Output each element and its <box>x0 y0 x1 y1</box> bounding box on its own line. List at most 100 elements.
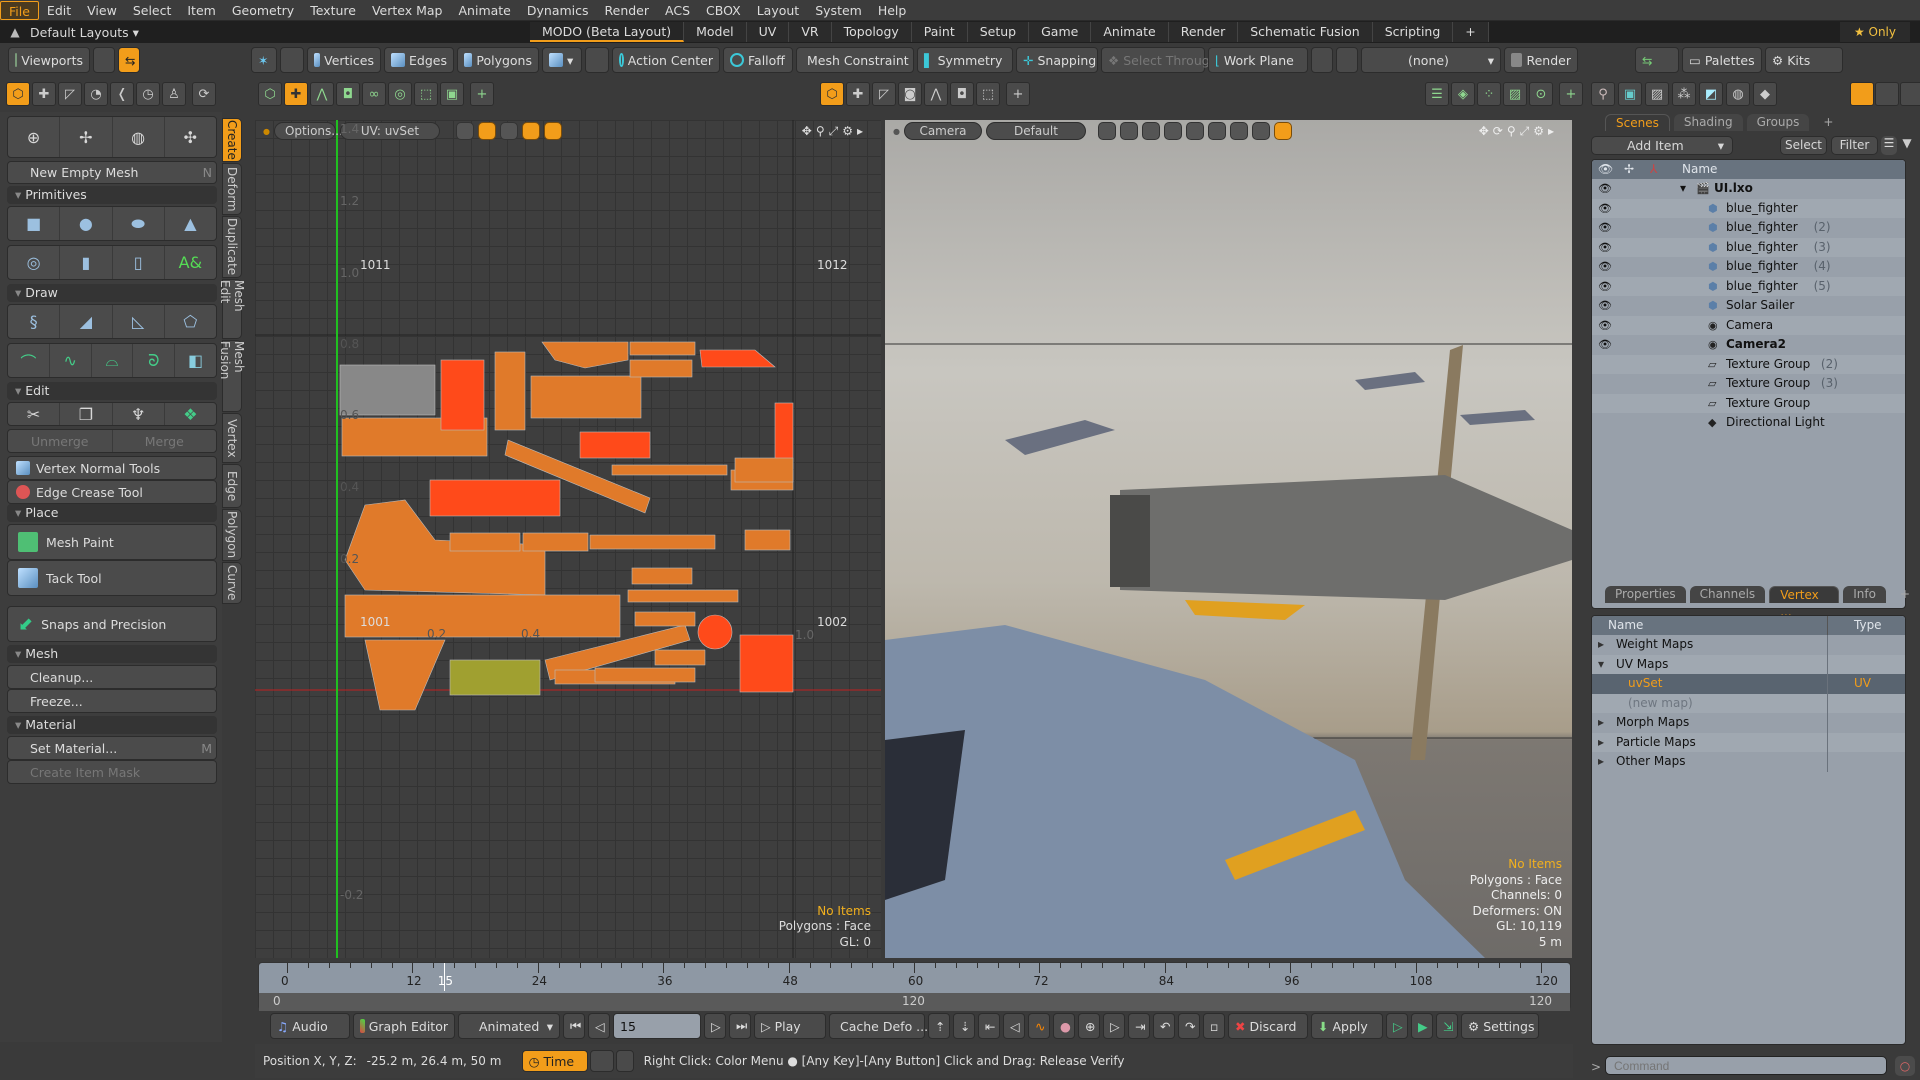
stamp-tool-button[interactable]: ♙ <box>162 82 186 106</box>
display-toggle-active[interactable] <box>1273 122 1292 140</box>
uv-add-button[interactable]: + <box>470 82 494 106</box>
rotate-gizmo-button[interactable]: ◍ <box>113 117 165 157</box>
view-cam-button[interactable]: ◘ <box>950 82 974 106</box>
scene-item[interactable]: 👁 ◉ Camera <box>1592 315 1905 335</box>
redo-key-button[interactable]: ↷ <box>1178 1013 1200 1039</box>
vertex-normal-tools-button[interactable]: Vertex Normal Tools <box>7 456 217 480</box>
item-mode-button[interactable]: ✶ <box>251 47 277 73</box>
display-toggle[interactable] <box>1207 122 1226 140</box>
view-add-button[interactable]: + <box>1006 82 1030 106</box>
transform-gizmo-button[interactable]: ⊕ <box>8 117 61 157</box>
discard-button[interactable]: ✖ Discard <box>1228 1013 1308 1039</box>
scene-item[interactable]: 👁 ⬢ blue_fighter (4) <box>1592 257 1905 277</box>
color-swatch[interactable] <box>1875 82 1899 106</box>
layout-tab[interactable]: Setup <box>967 22 1030 42</box>
layout-tab[interactable]: Topology <box>831 22 912 42</box>
torus-primitive-button[interactable]: ◎ <box>8 246 61 279</box>
scale-gizmo-button[interactable]: ✣ <box>165 117 216 157</box>
pen-tool-button[interactable]: ◺ <box>113 305 165 338</box>
current-frame-marker[interactable] <box>443 963 445 991</box>
scale-tool-button[interactable]: ◸ <box>58 82 82 106</box>
move-gizmo-button[interactable]: ✢ <box>60 117 113 157</box>
tab-vertex[interactable]: Vertex <box>222 413 242 463</box>
scene-item[interactable]: 👁 ⬢ Solar Sailer <box>1592 296 1905 316</box>
key-option-button[interactable]: ▫ <box>1203 1013 1225 1039</box>
text-primitive-button[interactable]: A& <box>165 246 216 279</box>
expand-arrow-icon[interactable]: ▸ <box>1598 635 1604 655</box>
menu-vertex-map[interactable]: Vertex Map <box>364 1 451 20</box>
menu-select[interactable]: Select <box>125 1 180 20</box>
list-options-button[interactable]: ☰ <box>1881 136 1897 155</box>
scene-item[interactable]: 👁 ⬢ blue_fighter <box>1592 198 1905 218</box>
view-bounds-button[interactable]: ⬚ <box>976 82 1000 106</box>
section-draw[interactable]: Draw <box>7 284 217 302</box>
tab-polygon[interactable]: Polygon <box>222 509 242 561</box>
nodes-button[interactable]: ⊙ <box>1529 82 1553 106</box>
layout-tab[interactable]: + <box>1453 22 1489 42</box>
vertex-map-list[interactable]: Name Type ▸ Weight Maps ▾ UV Maps uvSet UV (ne… <box>1591 615 1906 1045</box>
scene-item[interactable]: ▱ Texture Group (3) <box>1592 374 1905 394</box>
menu-geometry[interactable]: Geometry <box>224 1 302 20</box>
tab-shading[interactable]: Shading <box>1673 114 1743 131</box>
light-filter-button[interactable]: ◆ <box>1753 82 1777 106</box>
timeline[interactable]: 0 120 120 0 12 24 36 48 60 72 84 96 108 120 15 <box>258 962 1571 1011</box>
section-primitives[interactable]: Primitives <box>7 186 217 204</box>
expand-arrow-icon[interactable]: ▾ <box>1598 655 1604 675</box>
layout-tab[interactable]: UV <box>746 22 790 42</box>
scene-item[interactable]: ▱ Texture Group <box>1592 393 1905 413</box>
menu-system[interactable]: System <box>807 1 870 20</box>
tab-add[interactable]: + <box>1813 114 1843 131</box>
vertex-map-row[interactable]: ▸ Other Maps <box>1592 752 1905 772</box>
color-swatch[interactable] <box>1900 82 1920 106</box>
mesh-paint-button[interactable]: Mesh Paint <box>7 524 217 560</box>
tab-edge[interactable]: Edge <box>222 464 242 508</box>
display-toggle[interactable] <box>1251 122 1270 140</box>
rotate-tool-button[interactable]: ◔ <box>84 82 108 106</box>
tab-info[interactable]: Info <box>1843 586 1886 603</box>
display-toggle[interactable] <box>1119 122 1138 140</box>
tab-channels[interactable]: Channels <box>1689 586 1766 603</box>
command-input[interactable] <box>1605 1056 1887 1075</box>
globe-button[interactable] <box>1336 47 1358 73</box>
menu-file[interactable]: File <box>0 0 39 20</box>
layout-tab[interactable]: Model <box>684 22 747 42</box>
uv-pack-button[interactable]: ▣ <box>440 82 464 106</box>
polygon-pen-button[interactable]: ⬠ <box>165 305 216 338</box>
scene-item[interactable]: 👁 ◉ Camera2 <box>1592 335 1905 355</box>
visibility-eye-icon[interactable]: 👁 <box>1598 335 1612 355</box>
layouts-dropdown[interactable]: Default Layouts ▾ <box>30 25 530 40</box>
menu-help[interactable]: Help <box>870 1 915 20</box>
swap-button[interactable]: ⇆ <box>118 47 140 73</box>
animation-mode-dropdown[interactable]: Animated ▾ <box>458 1013 560 1039</box>
only-toggle[interactable]: ★ Only <box>1839 22 1910 42</box>
viewport-nav-icons[interactable]: ✥⚲⤢⚙▸ <box>802 124 867 139</box>
expand-arrow-icon[interactable]: ▸ <box>1598 752 1604 772</box>
edges-button[interactable]: Edges <box>384 47 454 73</box>
last-key-button[interactable]: ⇥ <box>1128 1013 1150 1039</box>
tab-mesh-fusion[interactable]: Mesh Fusion <box>218 340 246 412</box>
locator-filter-button[interactable]: ◍ <box>1726 82 1750 106</box>
vertex-map-row[interactable]: (new map) <box>1592 693 1905 713</box>
cleanup-button[interactable]: Cleanup... <box>7 665 217 689</box>
menu-texture[interactable]: Texture <box>302 1 364 20</box>
grid-toggle-button[interactable] <box>455 122 474 140</box>
vertex-map-row[interactable]: ▸ Particle Maps <box>1592 732 1905 752</box>
snaps-precision-button[interactable]: ⬋ Snaps and Precision <box>7 606 217 642</box>
select-tool-button[interactable] <box>1311 47 1333 73</box>
collapse-icon[interactable]: ▲ <box>0 25 30 39</box>
mesh-filter-button[interactable]: ▣ <box>1618 82 1642 106</box>
preset-dropdown[interactable]: (none) ▾ <box>1361 47 1501 73</box>
menu-dynamics[interactable]: Dynamics <box>519 1 597 20</box>
select-button[interactable]: Select <box>1780 136 1827 155</box>
key-down-button[interactable]: ⇣ <box>953 1013 975 1039</box>
color-swatch-orange[interactable] <box>1850 82 1874 106</box>
viewports-button[interactable]: Viewports <box>8 47 90 73</box>
cylinder-primitive-button[interactable]: ▮ <box>60 246 113 279</box>
uv-seam-toggle[interactable] <box>543 122 562 140</box>
layout-tab[interactable]: Schematic Fusion <box>1238 22 1373 42</box>
menu-edit[interactable]: Edit <box>39 1 79 20</box>
refresh-button[interactable]: ⟳ <box>192 82 216 106</box>
status-toggle[interactable] <box>589 1050 614 1072</box>
cube-primitive-button[interactable]: ■ <box>8 207 61 240</box>
tab-curve[interactable]: Curve <box>222 562 242 604</box>
